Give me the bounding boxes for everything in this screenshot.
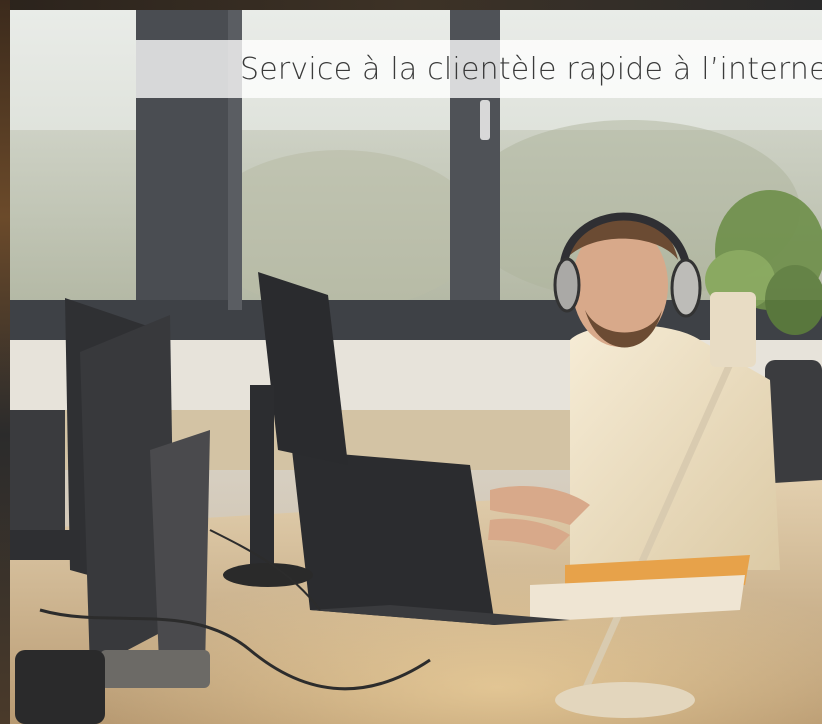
left-edge-strip [0, 0, 10, 724]
top-edge-strip [0, 0, 822, 10]
caption-text: Service à la clientèle rapide à l’intern… [240, 52, 822, 87]
office-photo [10, 10, 822, 724]
office-scene [10, 10, 822, 724]
image-frame: Service à la clientèle rapide à l’intern… [0, 0, 822, 724]
